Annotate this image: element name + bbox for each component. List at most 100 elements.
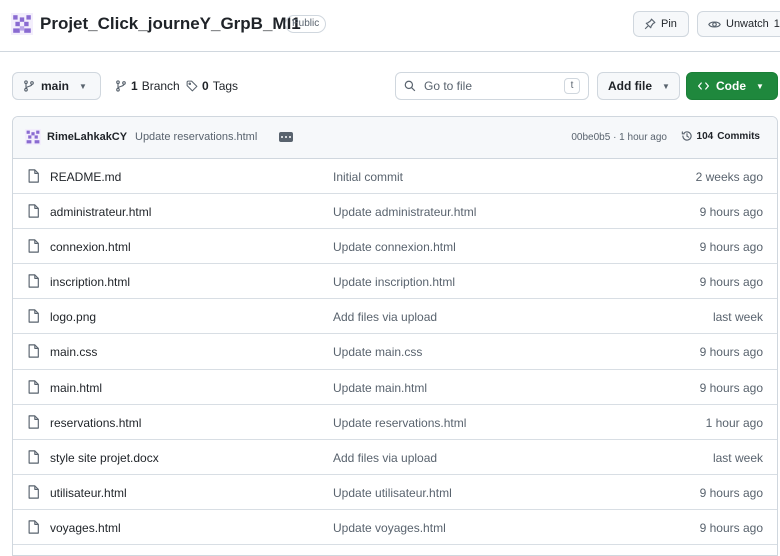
file-name-link[interactable]: inscription.html bbox=[50, 275, 130, 289]
file-icon bbox=[28, 169, 39, 183]
file-row[interactable]: style site projet.docx Add files via uplo… bbox=[13, 440, 777, 475]
file-row[interactable]: main.css Update main.css 9 hours ago bbox=[13, 334, 777, 370]
repo-header: Projet_Click_journeY_GrpB_MI1 Public Pin… bbox=[0, 0, 780, 52]
file-commit-message-link[interactable]: Update connexion.html bbox=[333, 240, 456, 254]
repo-avatar-icon bbox=[11, 13, 33, 35]
commits-count: 104 bbox=[696, 130, 714, 142]
branch-select-button[interactable]: main ▼ bbox=[12, 72, 101, 100]
chevron-down-icon: ▼ bbox=[756, 81, 764, 91]
file-name-link[interactable]: logo.png bbox=[50, 310, 96, 324]
chevron-down-icon: ▼ bbox=[662, 81, 670, 91]
search-shortcut-key: t bbox=[564, 78, 580, 94]
file-icon bbox=[28, 309, 39, 324]
file-icon bbox=[28, 344, 39, 359]
file-row[interactable]: voyages.html Update voyages.html 9 hours a… bbox=[13, 510, 777, 546]
repo-name-link[interactable]: Projet_Click_journeY_GrpB_MI1 bbox=[40, 11, 301, 37]
go-to-file-input[interactable] bbox=[424, 79, 556, 93]
dot-icon bbox=[281, 136, 283, 138]
file-commit-message-link[interactable]: Initial commit bbox=[333, 170, 403, 184]
commit-hash-time[interactable]: 00be0b5 · 1 hour ago bbox=[571, 132, 667, 143]
commit-author-link[interactable]: RimeLahkakCY bbox=[47, 131, 127, 143]
eye-icon bbox=[708, 20, 721, 28]
tags-count: 0 bbox=[202, 79, 209, 93]
file-name-link[interactable]: administrateur.html bbox=[50, 205, 151, 219]
file-name-link[interactable]: utilisateur.html bbox=[50, 486, 127, 500]
file-list: README.md Initial commit 2 weeks ago admini… bbox=[13, 159, 777, 546]
pin-icon bbox=[644, 18, 656, 30]
file-commit-message-link[interactable]: Update main.css bbox=[333, 345, 422, 359]
file-row[interactable]: utilisateur.html Update utilisateur.html 9… bbox=[13, 475, 777, 510]
branches-count: 1 bbox=[131, 79, 138, 93]
file-name-link[interactable]: main.css bbox=[50, 345, 97, 359]
pin-button[interactable]: Pin bbox=[633, 11, 689, 37]
file-row[interactable]: administrateur.html Update administrateur… bbox=[13, 194, 777, 230]
file-icon bbox=[28, 520, 39, 534]
file-commit-time: 9 hours ago bbox=[699, 240, 763, 255]
file-name-link[interactable]: README.md bbox=[50, 170, 121, 184]
file-commit-message-link[interactable]: Update utilisateur.html bbox=[333, 486, 452, 500]
file-row[interactable]: logo.png Add files via upload last week bbox=[13, 299, 777, 335]
file-icon bbox=[28, 379, 39, 394]
file-commit-message-link[interactable]: Add files via upload bbox=[333, 451, 437, 465]
file-name-link[interactable]: connexion.html bbox=[50, 240, 131, 254]
file-commit-message-link[interactable]: Update inscription.html bbox=[333, 275, 455, 289]
file-row[interactable]: reservations.html Update reservations.htm… bbox=[13, 405, 777, 440]
add-file-label: Add file bbox=[608, 79, 652, 93]
file-name-link[interactable]: main.html bbox=[50, 381, 102, 395]
tags-link[interactable]: 0 Tags bbox=[186, 79, 238, 93]
file-commit-time: 9 hours ago bbox=[699, 380, 763, 395]
file-icon bbox=[28, 274, 39, 288]
file-name-link[interactable]: voyages.html bbox=[50, 521, 121, 535]
file-row[interactable]: README.md Initial commit 2 weeks ago bbox=[13, 159, 777, 195]
watch-count: 1 bbox=[773, 18, 780, 30]
chevron-down-icon: ▼ bbox=[79, 81, 87, 91]
file-commit-message-link[interactable]: Update administrateur.html bbox=[333, 205, 476, 219]
git-branch-icon bbox=[24, 80, 34, 92]
file-icon bbox=[28, 414, 39, 429]
file-table: RimeLahkakCY Update reservations.html 00… bbox=[12, 116, 778, 556]
add-file-button[interactable]: Add file ▼ bbox=[597, 72, 680, 100]
file-icon bbox=[28, 485, 39, 499]
go-to-file-search[interactable]: t bbox=[395, 72, 589, 100]
commits-label: Commits bbox=[717, 130, 760, 142]
dot-icon bbox=[289, 136, 291, 138]
file-row[interactable]: connexion.html Update connexion.html 9 hou… bbox=[13, 229, 777, 265]
file-commit-time: 9 hours ago bbox=[699, 345, 763, 360]
branches-label: Branch bbox=[141, 79, 180, 93]
unwatch-label: Unwatch bbox=[726, 18, 769, 30]
code-icon bbox=[697, 82, 710, 90]
commit-details-toggle[interactable] bbox=[279, 132, 293, 142]
file-commit-time: last week bbox=[712, 450, 763, 465]
file-icon bbox=[28, 239, 39, 253]
history-icon bbox=[681, 131, 692, 141]
file-commit-time: 9 hours ago bbox=[699, 205, 763, 220]
file-commit-time: 9 hours ago bbox=[699, 485, 763, 500]
branch-name: main bbox=[41, 79, 70, 93]
tag-icon bbox=[186, 80, 198, 92]
pin-label: Pin bbox=[661, 18, 677, 30]
file-row[interactable]: main.html Update main.html 9 hours ago bbox=[13, 370, 777, 405]
git-branch-icon bbox=[116, 80, 126, 92]
file-commit-time: 9 hours ago bbox=[699, 275, 763, 290]
file-commit-time: 1 hour ago bbox=[705, 415, 763, 430]
code-label: Code bbox=[716, 79, 746, 93]
file-commit-time: last week bbox=[712, 310, 763, 325]
commit-message-link[interactable]: Update reservations.html bbox=[135, 131, 257, 143]
tags-label: Tags bbox=[212, 79, 239, 93]
file-commit-message-link[interactable]: Update main.html bbox=[333, 381, 427, 395]
file-name-link[interactable]: reservations.html bbox=[50, 416, 141, 430]
unwatch-button[interactable]: Unwatch 1 bbox=[697, 11, 780, 37]
commits-history-link[interactable]: 104 Commits bbox=[681, 130, 760, 142]
author-avatar-icon[interactable] bbox=[25, 129, 41, 145]
search-icon bbox=[404, 80, 416, 92]
code-button[interactable]: Code ▼ bbox=[686, 72, 778, 100]
file-commit-message-link[interactable]: Update voyages.html bbox=[333, 521, 446, 535]
file-row[interactable]: inscription.html Update inscription.html 9… bbox=[13, 264, 777, 300]
file-name-link[interactable]: style site projet.docx bbox=[50, 451, 159, 465]
file-commit-time: 9 hours ago bbox=[699, 520, 763, 535]
file-commit-message-link[interactable]: Update reservations.html bbox=[333, 416, 466, 430]
visibility-badge: Public bbox=[285, 15, 327, 33]
branches-link[interactable]: 1 Branch bbox=[115, 79, 180, 93]
file-commit-message-link[interactable]: Add files via upload bbox=[333, 310, 437, 324]
file-commit-time: 2 weeks ago bbox=[695, 170, 763, 184]
